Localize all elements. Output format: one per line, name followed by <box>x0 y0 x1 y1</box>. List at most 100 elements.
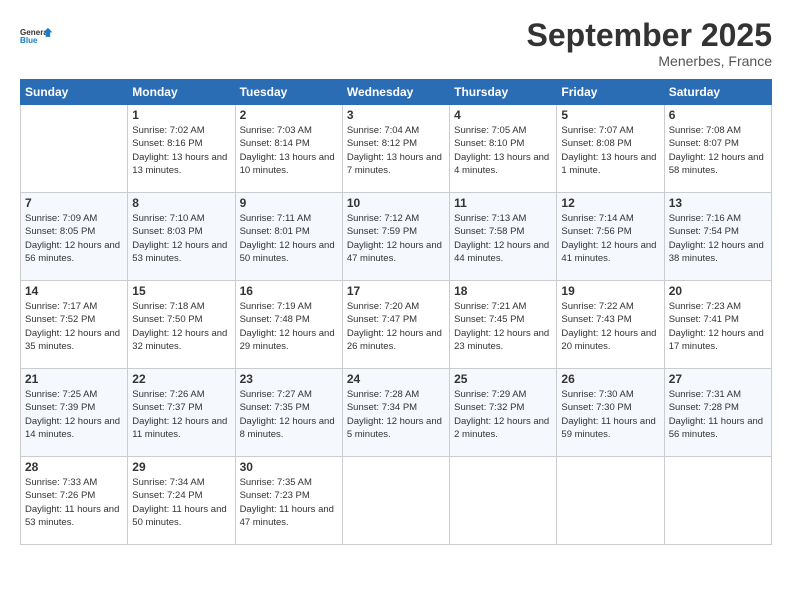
col-saturday: Saturday <box>664 80 771 105</box>
cell-w3-d1: 14 Sunrise: 7:17 AMSunset: 7:52 PMDaylig… <box>21 281 128 369</box>
day-number: 30 <box>240 460 338 474</box>
calendar-table: Sunday Monday Tuesday Wednesday Thursday… <box>20 79 772 545</box>
cell-w3-d4: 17 Sunrise: 7:20 AMSunset: 7:47 PMDaylig… <box>342 281 449 369</box>
day-number: 5 <box>561 108 659 122</box>
cell-w4-d7: 27 Sunrise: 7:31 AMSunset: 7:28 PMDaylig… <box>664 369 771 457</box>
header: General Blue September 2025 Menerbes, Fr… <box>20 18 772 69</box>
week-row-4: 21 Sunrise: 7:25 AMSunset: 7:39 PMDaylig… <box>21 369 772 457</box>
day-number: 20 <box>669 284 767 298</box>
cell-info: Sunrise: 7:04 AMSunset: 8:12 PMDaylight:… <box>347 125 442 176</box>
cell-info: Sunrise: 7:23 AMSunset: 7:41 PMDaylight:… <box>669 301 764 352</box>
day-number: 23 <box>240 372 338 386</box>
week-row-2: 7 Sunrise: 7:09 AMSunset: 8:05 PMDayligh… <box>21 193 772 281</box>
day-number: 12 <box>561 196 659 210</box>
day-number: 3 <box>347 108 445 122</box>
cell-w4-d6: 26 Sunrise: 7:30 AMSunset: 7:30 PMDaylig… <box>557 369 664 457</box>
svg-text:General: General <box>20 28 50 37</box>
cell-info: Sunrise: 7:19 AMSunset: 7:48 PMDaylight:… <box>240 301 335 352</box>
day-number: 6 <box>669 108 767 122</box>
day-number: 9 <box>240 196 338 210</box>
cell-info: Sunrise: 7:03 AMSunset: 8:14 PMDaylight:… <box>240 125 335 176</box>
cell-w4-d5: 25 Sunrise: 7:29 AMSunset: 7:32 PMDaylig… <box>450 369 557 457</box>
cell-w1-d2: 1 Sunrise: 7:02 AMSunset: 8:16 PMDayligh… <box>128 105 235 193</box>
cell-w3-d2: 15 Sunrise: 7:18 AMSunset: 7:50 PMDaylig… <box>128 281 235 369</box>
cell-info: Sunrise: 7:21 AMSunset: 7:45 PMDaylight:… <box>454 301 549 352</box>
cell-info: Sunrise: 7:14 AMSunset: 7:56 PMDaylight:… <box>561 213 656 264</box>
day-number: 1 <box>132 108 230 122</box>
cell-info: Sunrise: 7:18 AMSunset: 7:50 PMDaylight:… <box>132 301 227 352</box>
cell-w1-d4: 3 Sunrise: 7:04 AMSunset: 8:12 PMDayligh… <box>342 105 449 193</box>
cell-w1-d6: 5 Sunrise: 7:07 AMSunset: 8:08 PMDayligh… <box>557 105 664 193</box>
cell-w4-d4: 24 Sunrise: 7:28 AMSunset: 7:34 PMDaylig… <box>342 369 449 457</box>
cell-w3-d6: 19 Sunrise: 7:22 AMSunset: 7:43 PMDaylig… <box>557 281 664 369</box>
cell-info: Sunrise: 7:13 AMSunset: 7:58 PMDaylight:… <box>454 213 549 264</box>
day-number: 2 <box>240 108 338 122</box>
cell-w5-d4 <box>342 457 449 545</box>
cell-info: Sunrise: 7:16 AMSunset: 7:54 PMDaylight:… <box>669 213 764 264</box>
day-number: 8 <box>132 196 230 210</box>
day-number: 11 <box>454 196 552 210</box>
col-thursday: Thursday <box>450 80 557 105</box>
cell-w5-d2: 29 Sunrise: 7:34 AMSunset: 7:24 PMDaylig… <box>128 457 235 545</box>
cell-w2-d3: 9 Sunrise: 7:11 AMSunset: 8:01 PMDayligh… <box>235 193 342 281</box>
day-number: 14 <box>25 284 123 298</box>
day-number: 24 <box>347 372 445 386</box>
day-number: 17 <box>347 284 445 298</box>
cell-info: Sunrise: 7:07 AMSunset: 8:08 PMDaylight:… <box>561 125 656 176</box>
week-row-1: 1 Sunrise: 7:02 AMSunset: 8:16 PMDayligh… <box>21 105 772 193</box>
cell-w3-d7: 20 Sunrise: 7:23 AMSunset: 7:41 PMDaylig… <box>664 281 771 369</box>
week-row-3: 14 Sunrise: 7:17 AMSunset: 7:52 PMDaylig… <box>21 281 772 369</box>
cell-info: Sunrise: 7:30 AMSunset: 7:30 PMDaylight:… <box>561 389 655 440</box>
cell-info: Sunrise: 7:25 AMSunset: 7:39 PMDaylight:… <box>25 389 120 440</box>
cell-info: Sunrise: 7:05 AMSunset: 8:10 PMDaylight:… <box>454 125 549 176</box>
cell-w4-d1: 21 Sunrise: 7:25 AMSunset: 7:39 PMDaylig… <box>21 369 128 457</box>
cell-w1-d1 <box>21 105 128 193</box>
cell-w3-d5: 18 Sunrise: 7:21 AMSunset: 7:45 PMDaylig… <box>450 281 557 369</box>
location: Menerbes, France <box>527 53 772 69</box>
cell-info: Sunrise: 7:20 AMSunset: 7:47 PMDaylight:… <box>347 301 442 352</box>
cell-w2-d7: 13 Sunrise: 7:16 AMSunset: 7:54 PMDaylig… <box>664 193 771 281</box>
cell-w2-d1: 7 Sunrise: 7:09 AMSunset: 8:05 PMDayligh… <box>21 193 128 281</box>
day-number: 26 <box>561 372 659 386</box>
cell-info: Sunrise: 7:31 AMSunset: 7:28 PMDaylight:… <box>669 389 763 440</box>
cell-w4-d3: 23 Sunrise: 7:27 AMSunset: 7:35 PMDaylig… <box>235 369 342 457</box>
cell-info: Sunrise: 7:02 AMSunset: 8:16 PMDaylight:… <box>132 125 227 176</box>
day-number: 25 <box>454 372 552 386</box>
logo: General Blue <box>20 18 56 54</box>
col-tuesday: Tuesday <box>235 80 342 105</box>
cell-w2-d2: 8 Sunrise: 7:10 AMSunset: 8:03 PMDayligh… <box>128 193 235 281</box>
day-number: 22 <box>132 372 230 386</box>
cell-info: Sunrise: 7:08 AMSunset: 8:07 PMDaylight:… <box>669 125 764 176</box>
col-sunday: Sunday <box>21 80 128 105</box>
cell-w1-d3: 2 Sunrise: 7:03 AMSunset: 8:14 PMDayligh… <box>235 105 342 193</box>
day-number: 4 <box>454 108 552 122</box>
day-number: 29 <box>132 460 230 474</box>
week-row-5: 28 Sunrise: 7:33 AMSunset: 7:26 PMDaylig… <box>21 457 772 545</box>
day-number: 21 <box>25 372 123 386</box>
cell-w5-d7 <box>664 457 771 545</box>
col-wednesday: Wednesday <box>342 80 449 105</box>
cell-w3-d3: 16 Sunrise: 7:19 AMSunset: 7:48 PMDaylig… <box>235 281 342 369</box>
page: General Blue September 2025 Menerbes, Fr… <box>0 0 792 612</box>
cell-w2-d4: 10 Sunrise: 7:12 AMSunset: 7:59 PMDaylig… <box>342 193 449 281</box>
day-number: 15 <box>132 284 230 298</box>
cell-w5-d3: 30 Sunrise: 7:35 AMSunset: 7:23 PMDaylig… <box>235 457 342 545</box>
day-number: 19 <box>561 284 659 298</box>
logo-svg: General Blue <box>20 18 56 54</box>
cell-info: Sunrise: 7:22 AMSunset: 7:43 PMDaylight:… <box>561 301 656 352</box>
title-block: September 2025 Menerbes, France <box>527 18 772 69</box>
header-row: Sunday Monday Tuesday Wednesday Thursday… <box>21 80 772 105</box>
day-number: 16 <box>240 284 338 298</box>
cell-info: Sunrise: 7:33 AMSunset: 7:26 PMDaylight:… <box>25 477 119 528</box>
day-number: 13 <box>669 196 767 210</box>
cell-info: Sunrise: 7:09 AMSunset: 8:05 PMDaylight:… <box>25 213 120 264</box>
cell-w5-d5 <box>450 457 557 545</box>
cell-info: Sunrise: 7:34 AMSunset: 7:24 PMDaylight:… <box>132 477 226 528</box>
cell-info: Sunrise: 7:35 AMSunset: 7:23 PMDaylight:… <box>240 477 334 528</box>
cell-w2-d6: 12 Sunrise: 7:14 AMSunset: 7:56 PMDaylig… <box>557 193 664 281</box>
cell-w1-d5: 4 Sunrise: 7:05 AMSunset: 8:10 PMDayligh… <box>450 105 557 193</box>
day-number: 18 <box>454 284 552 298</box>
cell-info: Sunrise: 7:10 AMSunset: 8:03 PMDaylight:… <box>132 213 227 264</box>
day-number: 7 <box>25 196 123 210</box>
cell-w5-d1: 28 Sunrise: 7:33 AMSunset: 7:26 PMDaylig… <box>21 457 128 545</box>
